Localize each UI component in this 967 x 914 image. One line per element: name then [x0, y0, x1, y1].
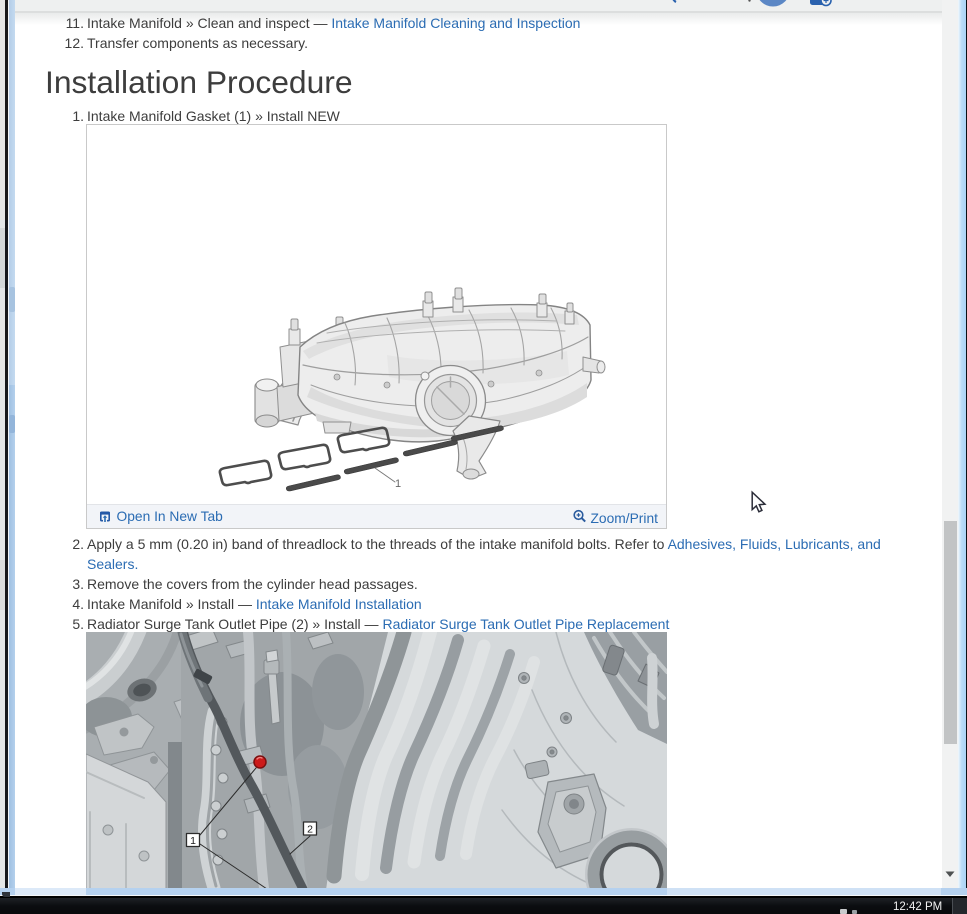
svg-text:2: 2 [307, 823, 313, 835]
svg-text:1: 1 [395, 478, 401, 490]
svg-text:1: 1 [190, 835, 196, 847]
